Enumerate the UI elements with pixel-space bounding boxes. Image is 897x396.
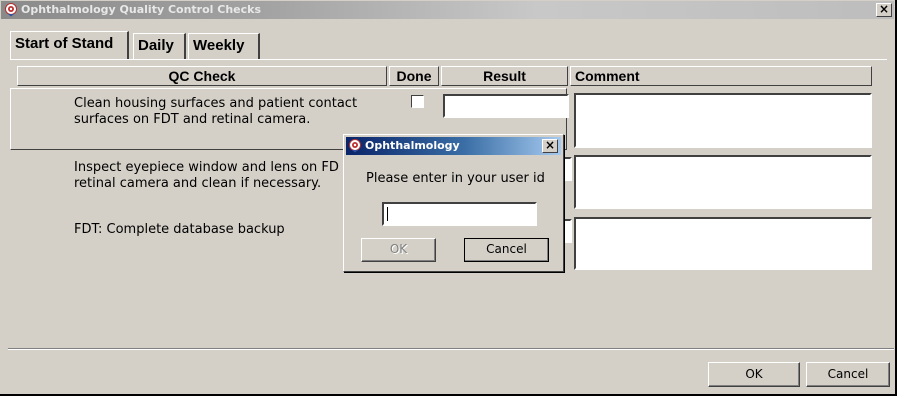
header-done[interactable]: Done	[389, 66, 439, 86]
task-3-comment-field[interactable]	[574, 217, 872, 270]
header-result[interactable]: Result	[441, 66, 568, 86]
task-3-line-1: FDT: Complete database backup	[74, 222, 285, 237]
ok-button[interactable]: OK	[708, 362, 800, 387]
dialog-title-bar[interactable]: Ophthalmology ×	[346, 137, 561, 155]
tab-daily[interactable]: Daily	[133, 33, 186, 59]
task-2-line-1: Inspect eyepiece window and lens on FD	[74, 160, 339, 175]
task-2-text[interactable]: Inspect eyepiece window and lens on FD r…	[74, 160, 339, 192]
footer-divider	[8, 348, 894, 350]
task-1-comment-field[interactable]	[574, 93, 872, 148]
dialog-prompt: Please enter in your user id	[366, 171, 545, 186]
user-id-dialog: Ophthalmology × Please enter in your use…	[343, 134, 564, 272]
dialog-eye-icon	[349, 139, 361, 153]
qc-checks-window: Ophthalmology Quality Control Checks × S…	[0, 0, 897, 396]
main-window-title: Ophthalmology Quality Control Checks	[21, 3, 262, 16]
task-1-line-1: Clean housing surfaces and patient conta…	[74, 96, 358, 111]
text-caret	[387, 207, 388, 221]
task-1-text[interactable]: Clean housing surfaces and patient conta…	[74, 96, 357, 128]
dialog-title: Ophthalmology	[365, 139, 460, 152]
tab-weekly[interactable]: Weekly	[188, 33, 260, 59]
header-comment[interactable]: Comment	[570, 66, 872, 86]
dialog-cancel-button[interactable]: Cancel	[464, 238, 549, 262]
dialog-close-button[interactable]: ×	[542, 139, 558, 153]
cancel-button[interactable]: Cancel	[806, 362, 890, 387]
task-2-comment-field[interactable]	[574, 155, 872, 209]
task-3-text[interactable]: FDT: Complete database backup	[74, 222, 285, 238]
main-title-bar[interactable]: Ophthalmology Quality Control Checks ×	[1, 1, 894, 19]
app-eye-icon	[5, 3, 17, 17]
tab-divider	[10, 59, 887, 60]
dialog-ok-button[interactable]: OK	[361, 238, 436, 262]
user-id-input[interactable]	[382, 202, 537, 226]
main-close-button[interactable]: ×	[876, 3, 892, 17]
task-2-line-2: retinal camera and clean if necessary.	[74, 176, 322, 191]
task-1-result-field[interactable]	[443, 94, 569, 118]
task-1-done-checkbox[interactable]	[411, 95, 424, 108]
tab-start-of-stand[interactable]: Start of Stand	[10, 31, 129, 59]
task-1-line-2: surfaces on FDT and retinal camera.	[74, 112, 311, 127]
header-qc-check[interactable]: QC Check	[17, 66, 387, 86]
